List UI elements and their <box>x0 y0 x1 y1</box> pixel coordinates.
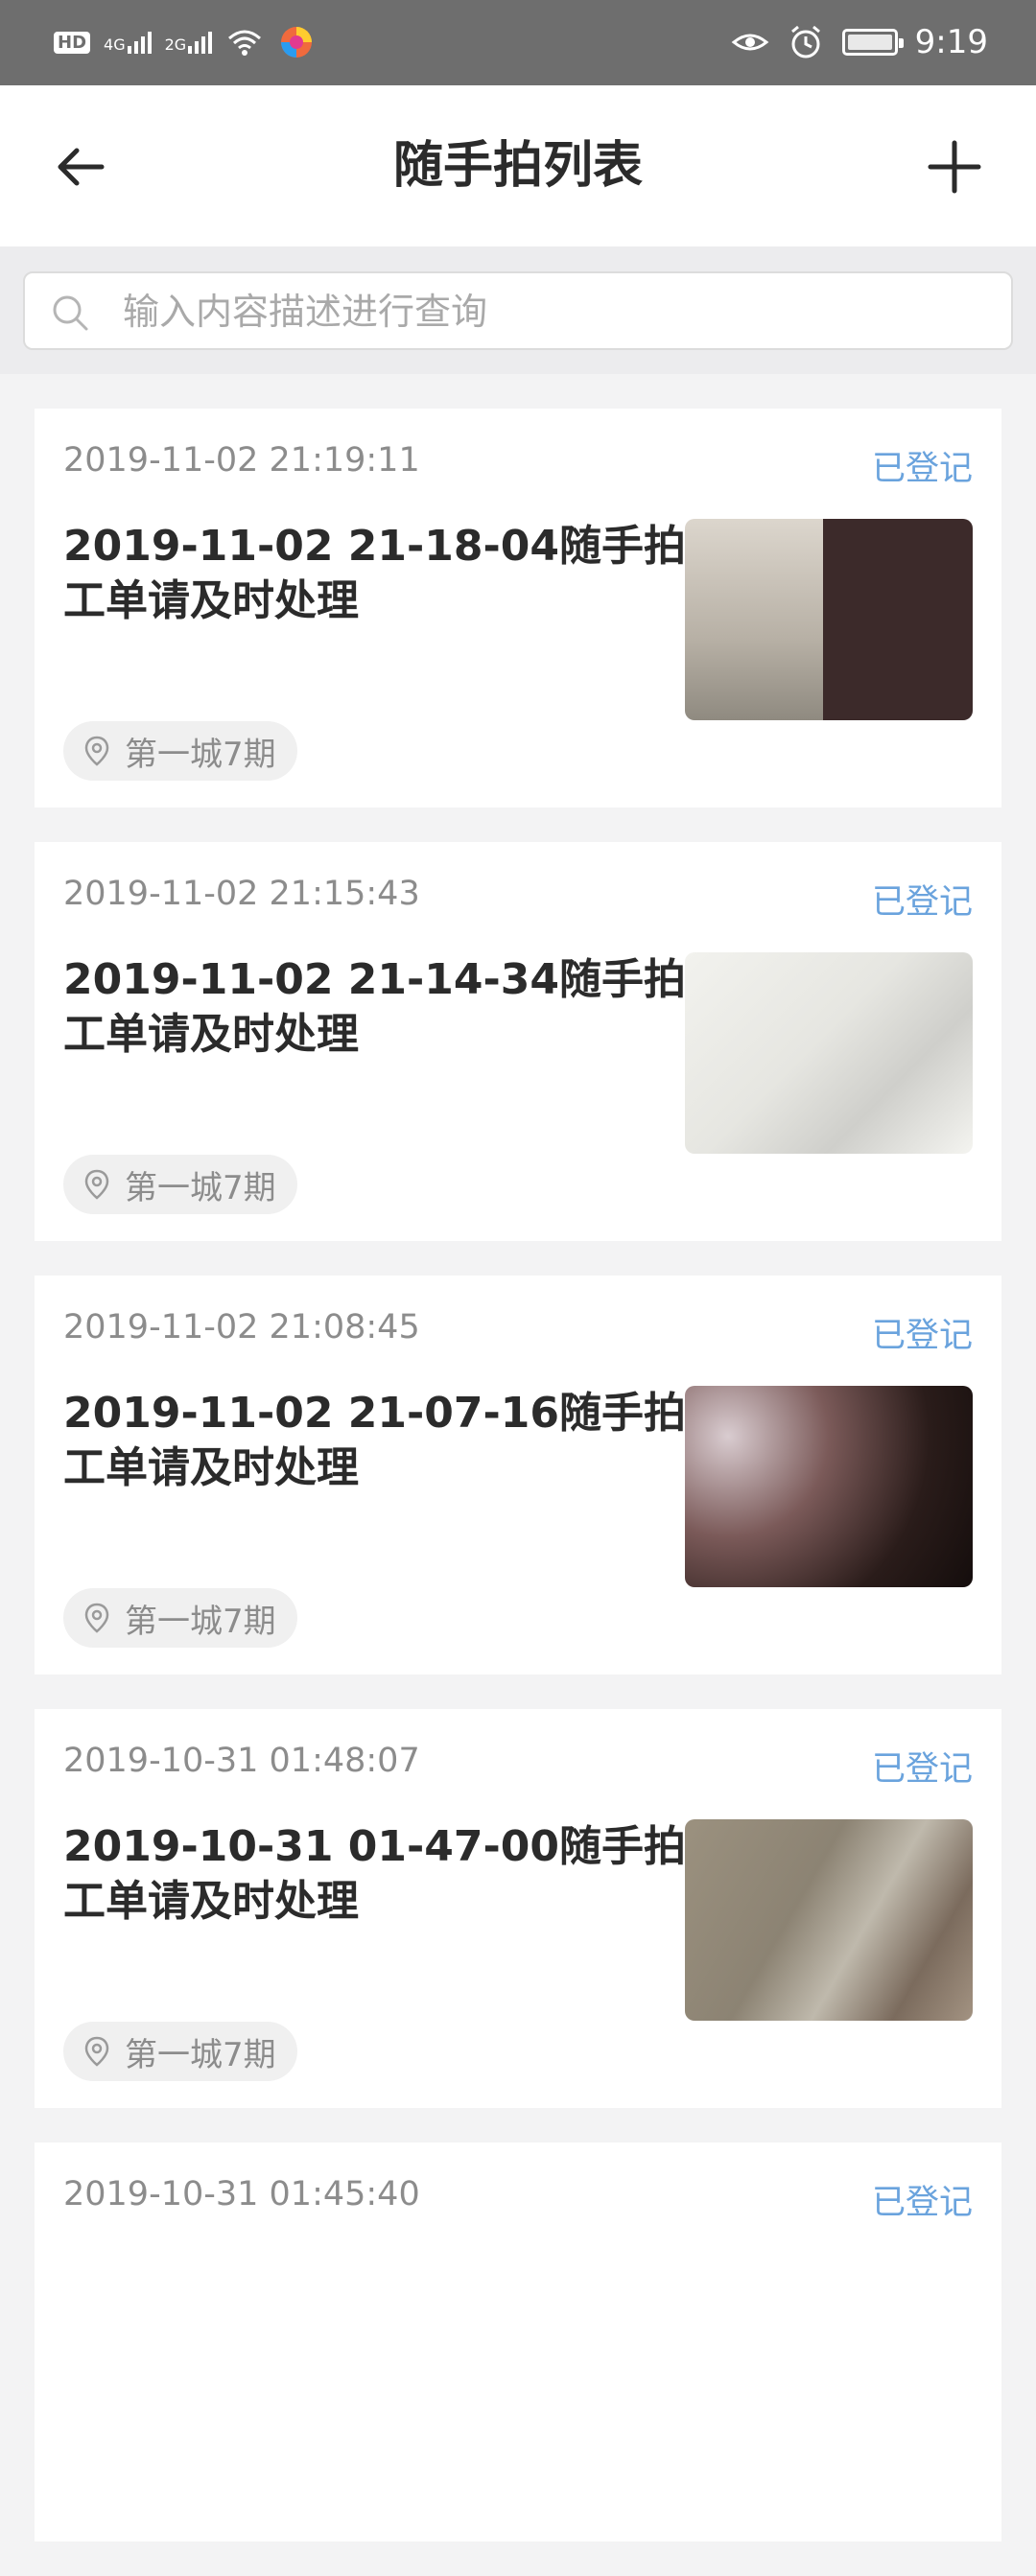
location-pin-icon <box>84 736 109 766</box>
item-title: 2019-11-02 21-14-34随手拍 工单请及时处理 <box>63 955 686 1059</box>
status-bar-left: HD 4G 2G <box>54 21 316 63</box>
hd-badge: HD <box>54 31 91 54</box>
location-text: 第一城7期 <box>125 2035 276 2074</box>
location-tag: 第一城7期 <box>63 1588 297 1648</box>
app-logo-icon <box>281 27 313 58</box>
app-header: 随手拍列表 <box>0 85 1036 246</box>
signal-4g-label: 4G <box>104 35 126 54</box>
eye-icon <box>731 34 769 51</box>
status-badge: 已登记 <box>871 450 973 488</box>
status-badge: 已登记 <box>871 2184 973 2222</box>
list-item[interactable]: 2019-10-31 01:48:07 已登记 2019-10-31 01-47… <box>35 1709 1001 2108</box>
search-input[interactable] <box>121 273 988 350</box>
item-title: 2019-10-31 01-47-00随手拍 工单请及时处理 <box>63 1822 686 1926</box>
location-pin-icon <box>84 1603 109 1633</box>
search-icon <box>53 295 88 331</box>
photo-report-list: 2019-11-02 21:19:11 已登记 2019-11-02 21-18… <box>35 409 1001 2576</box>
status-bar: HD 4G 2G 9:19 <box>0 0 1036 85</box>
item-timestamp: 2019-11-02 21:19:11 <box>63 441 420 480</box>
alarm-icon <box>790 25 820 59</box>
status-bar-right: 9:19 <box>731 21 988 63</box>
signal-4g-icon: 4G <box>104 31 152 54</box>
status-badge: 已登记 <box>871 1317 973 1355</box>
item-timestamp: 2019-10-31 01:45:40 <box>63 2175 420 2213</box>
list-item[interactable]: 2019-11-02 21:15:43 已登记 2019-11-02 21-14… <box>35 842 1001 1241</box>
location-text: 第一城7期 <box>125 1602 276 1641</box>
search-box[interactable] <box>23 271 1013 350</box>
location-pin-icon <box>84 1169 109 1200</box>
plus-icon[interactable] <box>921 133 988 200</box>
item-title: 2019-11-02 21-18-04随手拍 工单请及时处理 <box>63 522 686 625</box>
list-item[interactable]: 2019-11-02 21:19:11 已登记 2019-11-02 21-18… <box>35 409 1001 808</box>
signal-2g-icon: 2G <box>164 31 213 54</box>
item-photo[interactable] <box>685 519 973 720</box>
wifi-icon <box>228 30 262 56</box>
search-bar <box>0 246 1036 374</box>
location-text: 第一城7期 <box>125 735 276 774</box>
item-timestamp: 2019-11-02 21:15:43 <box>63 875 420 913</box>
signal-2g-label: 2G <box>164 35 187 54</box>
status-badge: 已登记 <box>871 1750 973 1789</box>
item-timestamp: 2019-11-02 21:08:45 <box>63 1308 420 1347</box>
location-tag: 第一城7期 <box>63 2022 297 2081</box>
location-tag: 第一城7期 <box>63 721 297 781</box>
page-title: 随手拍列表 <box>392 137 643 195</box>
list-item[interactable]: 2019-11-02 21:08:45 已登记 2019-11-02 21-07… <box>35 1276 1001 1674</box>
item-photo[interactable] <box>685 1386 973 1587</box>
item-title: 2019-11-02 21-07-16随手拍 工单请及时处理 <box>63 1389 686 1492</box>
list-item[interactable]: 2019-10-31 01:45:40 已登记 <box>35 2143 1001 2541</box>
location-tag: 第一城7期 <box>63 1155 297 1214</box>
item-timestamp: 2019-10-31 01:48:07 <box>63 1742 420 1780</box>
battery-icon <box>841 29 904 56</box>
clock: 9:19 <box>914 23 988 61</box>
location-pin-icon <box>84 2036 109 2067</box>
location-text: 第一城7期 <box>125 1168 276 1207</box>
item-photo[interactable] <box>685 1819 973 2021</box>
status-badge: 已登记 <box>871 883 973 922</box>
item-photo[interactable] <box>685 952 973 1154</box>
